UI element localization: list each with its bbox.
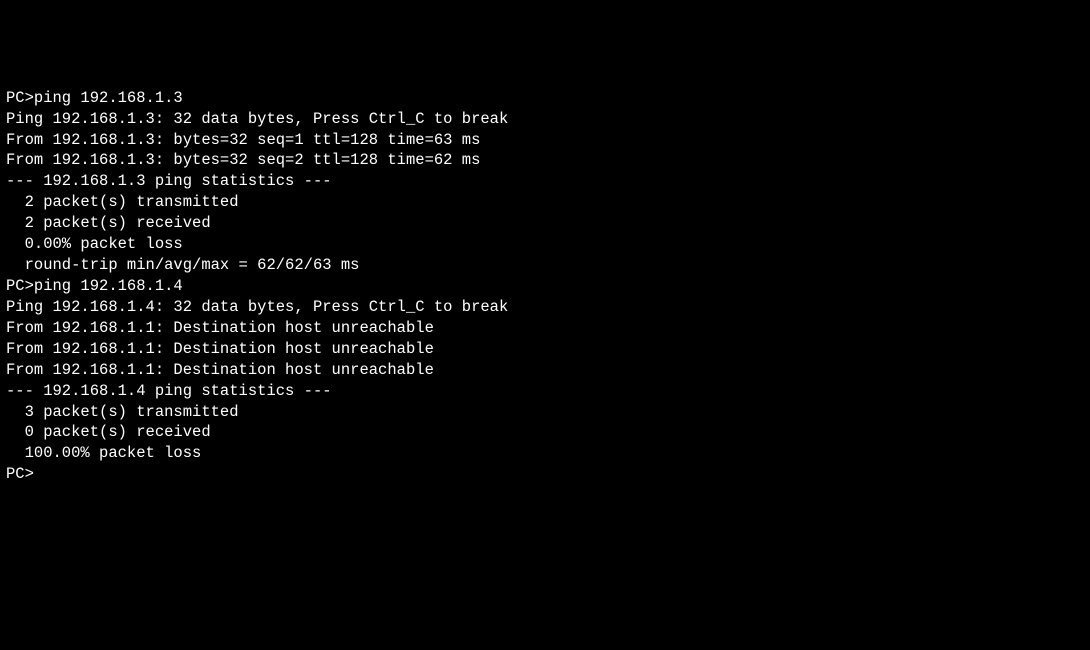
output-line: --- 192.168.1.4 ping statistics ---	[6, 381, 1084, 402]
output-line: Ping 192.168.1.4: 32 data bytes, Press C…	[6, 297, 1084, 318]
terminal-window[interactable]: PC>ping 192.168.1.3Ping 192.168.1.3: 32 …	[6, 88, 1084, 486]
output-line: From 192.168.1.3: bytes=32 seq=2 ttl=128…	[6, 150, 1084, 171]
output-line: From 192.168.1.1: Destination host unrea…	[6, 318, 1084, 339]
output-line: 0 packet(s) received	[6, 422, 1084, 443]
output-line: --- 192.168.1.3 ping statistics ---	[6, 171, 1084, 192]
output-line: 3 packet(s) transmitted	[6, 402, 1084, 423]
output-line: From 192.168.1.1: Destination host unrea…	[6, 339, 1084, 360]
output-line: 2 packet(s) transmitted	[6, 192, 1084, 213]
output-line: 0.00% packet loss	[6, 234, 1084, 255]
output-line: From 192.168.1.1: Destination host unrea…	[6, 360, 1084, 381]
command-line: PC>ping 192.168.1.3	[6, 88, 1084, 109]
output-line: round-trip min/avg/max = 62/62/63 ms	[6, 255, 1084, 276]
output-line: Ping 192.168.1.3: 32 data bytes, Press C…	[6, 109, 1084, 130]
output-line: 2 packet(s) received	[6, 213, 1084, 234]
command-line: PC>ping 192.168.1.4	[6, 276, 1084, 297]
prompt-line[interactable]: PC>	[6, 464, 1084, 485]
output-line: 100.00% packet loss	[6, 443, 1084, 464]
output-line: From 192.168.1.3: bytes=32 seq=1 ttl=128…	[6, 130, 1084, 151]
